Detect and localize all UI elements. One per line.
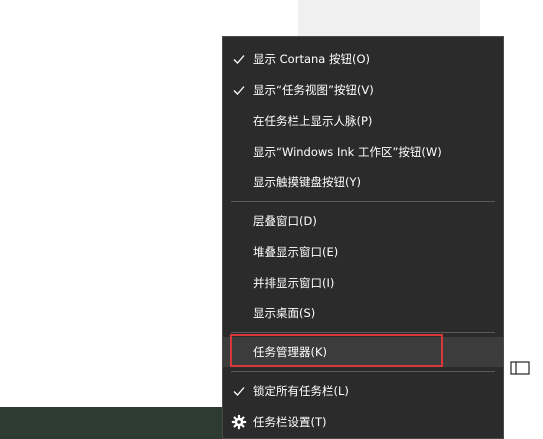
menu-item-label: 显示 Cortana 按钮(O) (253, 52, 371, 66)
menu-item-label: 显示“Windows Ink 工作区”按钮(W) (253, 145, 442, 159)
menu-separator (231, 332, 495, 333)
menu-item-label: 任务栏设置(T) (253, 415, 327, 429)
menu-separator (231, 201, 495, 202)
check-icon (233, 55, 245, 64)
menu-item-label: 并排显示窗口(I) (253, 276, 335, 290)
menu-item-label: 在任务栏上显示人脉(P) (253, 114, 373, 128)
menu-item-show-task-view-button[interactable]: 显示“任务视图”按钮(V) (223, 75, 503, 105)
menu-item-show-desktop[interactable]: 显示桌面(S) (223, 298, 503, 328)
window-panel-icon[interactable] (510, 360, 530, 376)
menu-item-label: 任务管理器(K) (253, 345, 328, 359)
taskbar-context-menu: 显示 Cortana 按钮(O) 显示“任务视图”按钮(V) 在任务栏上显示人脉… (222, 36, 504, 439)
menu-item-label: 显示桌面(S) (253, 306, 316, 320)
menu-item-label: 堆叠显示窗口(E) (253, 245, 339, 259)
menu-item-cascade-windows[interactable]: 层叠窗口(D) (223, 206, 503, 236)
check-icon (233, 387, 245, 396)
menu-item-label: 显示“任务视图”按钮(V) (253, 83, 374, 97)
menu-item-show-people[interactable]: 在任务栏上显示人脉(P) (223, 106, 503, 136)
menu-item-task-manager[interactable]: 任务管理器(K) (223, 337, 503, 367)
menu-separator (231, 371, 495, 372)
gear-icon (231, 414, 247, 430)
menu-item-show-touch-keyboard-button[interactable]: 显示触摸键盘按钮(Y) (223, 167, 503, 197)
menu-item-label: 显示触摸键盘按钮(Y) (253, 175, 361, 189)
menu-item-side-by-side-windows[interactable]: 并排显示窗口(I) (223, 268, 503, 298)
menu-item-show-windows-ink-button[interactable]: 显示“Windows Ink 工作区”按钮(W) (223, 137, 503, 167)
menu-item-label: 层叠窗口(D) (253, 214, 317, 228)
menu-item-stack-windows[interactable]: 堆叠显示窗口(E) (223, 237, 503, 267)
taskbar[interactable] (0, 407, 222, 439)
menu-item-lock-all-taskbars[interactable]: 锁定所有任务栏(L) (223, 376, 503, 406)
check-icon (233, 86, 245, 95)
menu-item-taskbar-settings[interactable]: 任务栏设置(T) (223, 407, 503, 437)
menu-item-label: 锁定所有任务栏(L) (253, 384, 349, 398)
menu-item-show-cortana-button[interactable]: 显示 Cortana 按钮(O) (223, 44, 503, 74)
